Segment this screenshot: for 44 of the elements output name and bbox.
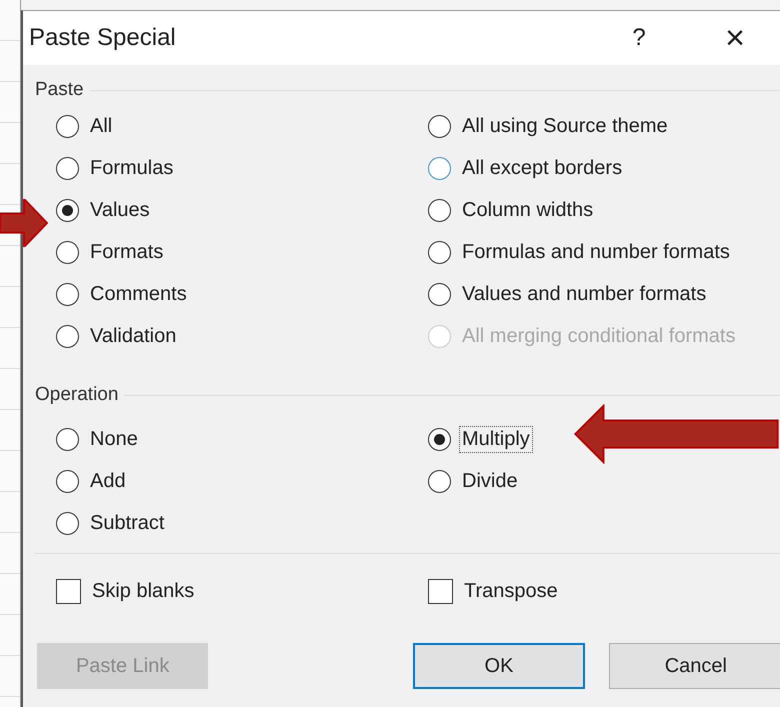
group-label: Operation [35,384,118,406]
radio-button[interactable] [56,428,79,451]
window-title: Paste Special [29,24,177,52]
group-label: Paste [35,79,84,101]
radio-button[interactable] [56,157,79,180]
radio-button[interactable] [56,325,79,348]
dialog-button[interactable]: Cancel [608,643,780,689]
dialog-button[interactable]: OK [413,643,585,689]
radio-option[interactable]: Comments [56,279,190,310]
arrow-icon [572,404,780,464]
radio-button[interactable] [428,199,451,222]
checkbox[interactable] [56,579,81,604]
radio-option[interactable]: Values and number formats [428,279,710,310]
radio-button[interactable] [56,470,79,493]
radio-button[interactable] [428,115,451,138]
radio-option[interactable]: All [56,111,116,142]
radio-option[interactable]: None [56,424,141,455]
radio-option[interactable]: Formulas and number formats [428,237,733,268]
radio-option[interactable]: All using Source theme [428,111,671,142]
radio-option[interactable]: Formats [56,237,166,268]
radio-button[interactable] [56,283,79,306]
radio-option[interactable]: All except borders [428,153,626,184]
close-button[interactable]: × [687,18,780,58]
radio-option[interactable]: Values [56,195,153,226]
radio-option[interactable]: Formulas [56,153,176,184]
radio-option[interactable]: Subtract [56,508,168,539]
help-button[interactable]: ? [591,24,687,52]
radio-option[interactable]: Column widths [428,195,596,226]
radio-option[interactable]: Divide [428,466,521,497]
arrow-icon [0,199,48,247]
radio-button[interactable] [428,283,451,306]
radio-button[interactable] [428,470,451,493]
radio-option[interactable]: Add [56,466,129,497]
radio-button[interactable] [428,428,451,451]
checkbox-option[interactable]: Transpose [428,576,561,607]
checkbox[interactable] [428,579,453,604]
radio-button[interactable] [56,512,79,535]
checkbox-option[interactable]: Skip blanks [56,576,198,607]
radio-button[interactable] [428,241,451,264]
radio-button[interactable] [56,115,79,138]
radio-button[interactable] [56,241,79,264]
radio-button[interactable] [56,199,79,222]
radio-option[interactable]: Validation [56,321,180,352]
radio-button[interactable] [428,157,451,180]
